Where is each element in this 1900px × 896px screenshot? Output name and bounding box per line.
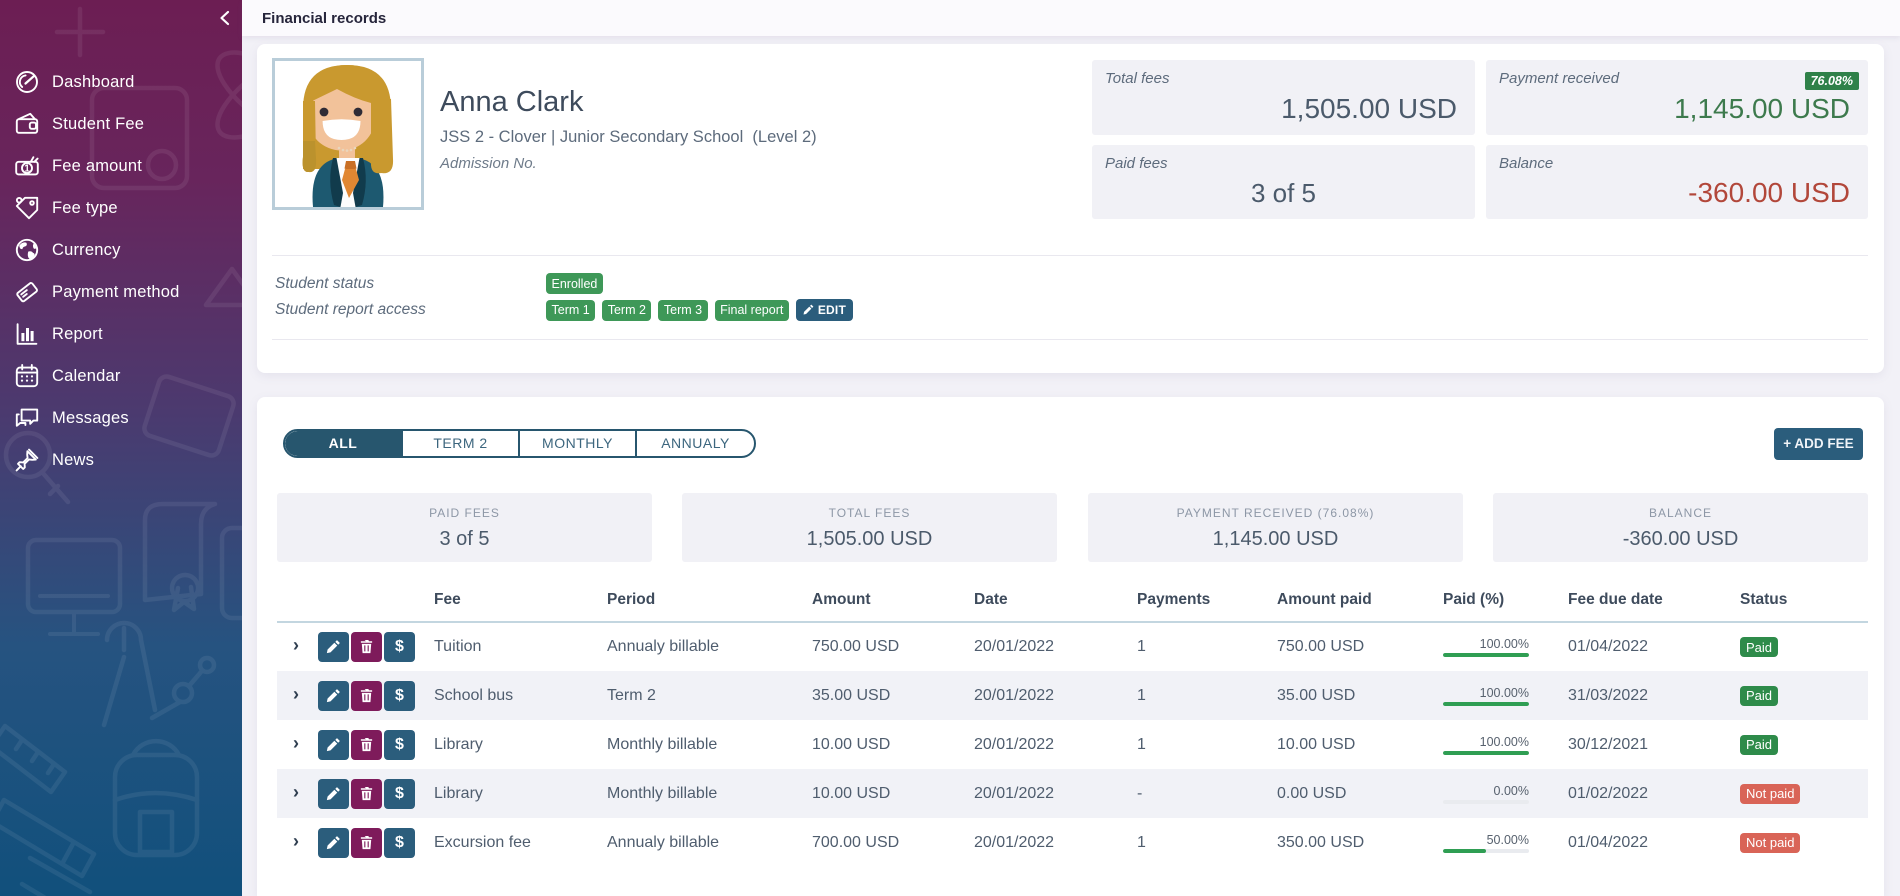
svg-text:1: 1 — [24, 164, 30, 175]
